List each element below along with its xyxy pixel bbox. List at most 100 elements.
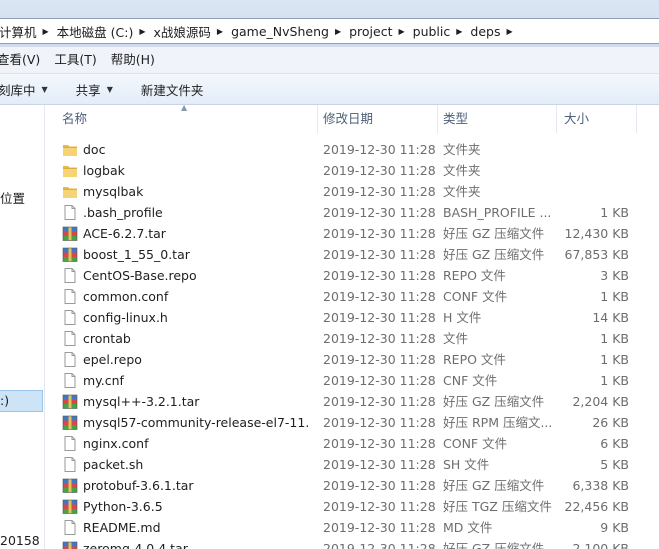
file-size: 1 KB (600, 289, 629, 304)
file-row[interactable]: .bash_profile 2019-12-30 11:28 BASH_PROFIL… (45, 202, 659, 223)
document-icon (62, 309, 78, 326)
breadcrumb[interactable]: 计算机 ▶ 本地磁盘 (C:) ▶ x战娘源码 ▶ game_NvSheng ▶… (0, 18, 659, 44)
file-row[interactable]: epel.repo 2019-12-30 11:28 REPO 文件 1 KB (45, 349, 659, 370)
chevron-down-icon: ▼ (106, 84, 113, 94)
file-row[interactable]: boost_1_55_0.tar 2019-12-30 11:28 好压 GZ 压缩… (45, 244, 659, 265)
archive-icon (62, 498, 78, 515)
file-row[interactable]: README.md 2019-12-30 11:28 MD 文件 9 KB (45, 517, 659, 538)
archive-icon (62, 246, 78, 263)
file-row[interactable]: config-linux.h 2019-12-30 11:28 H 文件 14 KB (45, 307, 659, 328)
breadcrumb-item-source[interactable]: x战娘源码 ▶ (149, 19, 227, 43)
file-name: zeromq-4.0.4.tar (83, 541, 188, 549)
file-row[interactable]: crontab 2019-12-30 11:28 文件 1 KB (45, 328, 659, 349)
menu-help[interactable]: 帮助(H) (104, 47, 162, 73)
column-header-date[interactable]: 修改日期 (323, 105, 438, 133)
column-header-type[interactable]: 类型 (443, 105, 557, 133)
file-modified-date: 2019-12-30 11:28 (323, 520, 436, 535)
share-button[interactable]: 共享 ▼ (66, 76, 123, 102)
file-row[interactable]: common.conf 2019-12-30 11:28 CONF 文件 1 KB (45, 286, 659, 307)
file-size: 26 KB (592, 415, 629, 430)
file-row[interactable]: ACE-6.2.7.tar 2019-12-30 11:28 好压 GZ 压缩文件 1… (45, 223, 659, 244)
file-name: crontab (83, 331, 131, 346)
file-type: 文件 (443, 331, 469, 346)
file-type: 好压 GZ 压缩文件 (443, 247, 545, 262)
file-name: nginx.conf (83, 436, 149, 451)
menu-view[interactable]: 查看(V) (0, 47, 47, 73)
file-list[interactable]: ▲ 名称 修改日期 类型 大小 doc 2019-12-30 11:28 文件夹 lo… (45, 105, 659, 549)
chevron-right-icon[interactable]: ▶ (43, 27, 49, 36)
file-modified-date: 2019-12-30 11:28 (323, 310, 436, 325)
file-modified-date: 2019-12-30 11:28 (323, 205, 436, 220)
document-icon (62, 435, 78, 452)
file-size: 5 KB (600, 457, 629, 472)
archive-icon (62, 393, 78, 410)
file-size: 12,430 KB (564, 226, 629, 241)
folder-icon (62, 162, 78, 179)
chevron-right-icon[interactable]: ▶ (139, 27, 145, 36)
breadcrumb-item-deps[interactable]: deps ▶ (465, 19, 515, 43)
chevron-right-icon[interactable]: ▶ (456, 27, 462, 36)
address-bar: 计算机 ▶ 本地磁盘 (C:) ▶ x战娘源码 ▶ game_NvSheng ▶… (0, 0, 659, 47)
file-name: common.conf (83, 289, 169, 304)
include-in-library-button[interactable]: 刻库中 ▼ (0, 76, 58, 102)
file-row[interactable]: doc 2019-12-30 11:28 文件夹 (45, 139, 659, 160)
file-name: ACE-6.2.7.tar (83, 226, 166, 241)
file-row[interactable]: zeromq-4.0.4.tar 2019-12-30 11:28 好压 GZ 压缩… (45, 538, 659, 549)
file-modified-date: 2019-12-30 11:28 (323, 499, 436, 514)
breadcrumb-label: x战娘源码 (153, 24, 211, 40)
file-modified-date: 2019-12-30 11:28 (323, 352, 436, 367)
file-name: my.cnf (83, 373, 124, 388)
archive-icon (62, 414, 78, 431)
file-type: 文件夹 (443, 163, 481, 178)
file-name: CentOS-Base.repo (83, 268, 197, 283)
nav-item-location[interactable]: 位置 (0, 188, 25, 207)
file-row[interactable]: mysql57-community-release-el7-11.n... 201… (45, 412, 659, 433)
file-row[interactable]: my.cnf 2019-12-30 11:28 CNF 文件 1 KB (45, 370, 659, 391)
file-type: REPO 文件 (443, 268, 506, 283)
breadcrumb-item-computer[interactable]: 计算机 ▶ (0, 19, 52, 43)
navigation-pane[interactable]: 位置 :) (0, 105, 45, 549)
archive-icon (62, 477, 78, 494)
file-size (553, 139, 629, 160)
file-type: BASH_PROFILE ... (443, 205, 552, 220)
file-name: packet.sh (83, 457, 144, 472)
file-type: CNF 文件 (443, 373, 498, 388)
file-row[interactable]: CentOS-Base.repo 2019-12-30 11:28 REPO 文件 3… (45, 265, 659, 286)
column-header-label: 类型 (443, 111, 469, 126)
column-header-row: ▲ 名称 修改日期 类型 大小 (45, 105, 659, 133)
file-size (553, 181, 629, 202)
breadcrumb-item-game[interactable]: game_NvSheng ▶ (226, 19, 344, 43)
chevron-right-icon[interactable]: ▶ (507, 27, 513, 36)
nav-item-selected[interactable]: :) (0, 390, 43, 412)
column-header-size[interactable]: 大小 (564, 105, 637, 133)
file-size: 3 KB (600, 268, 629, 283)
breadcrumb-item-public[interactable]: public ▶ (408, 19, 466, 43)
breadcrumb-item-project[interactable]: project ▶ (344, 19, 408, 43)
file-name: epel.repo (83, 352, 142, 367)
file-modified-date: 2019-12-30 11:28 (323, 541, 436, 549)
file-row[interactable]: Python-3.6.5 2019-12-30 11:28 好压 TGZ 压缩文件 2… (45, 496, 659, 517)
document-icon (62, 372, 78, 389)
file-type: MD 文件 (443, 520, 493, 535)
file-row[interactable]: nginx.conf 2019-12-30 11:28 CONF 文件 6 KB (45, 433, 659, 454)
file-row[interactable]: mysql++-3.2.1.tar 2019-12-30 11:28 好压 GZ 压… (45, 391, 659, 412)
file-row[interactable]: protobuf-3.6.1.tar 2019-12-30 11:28 好压 GZ … (45, 475, 659, 496)
chevron-right-icon[interactable]: ▶ (398, 27, 404, 36)
breadcrumb-label: 本地磁盘 (C:) (56, 24, 134, 40)
file-row[interactable]: logbak 2019-12-30 11:28 文件夹 (45, 160, 659, 181)
file-modified-date: 2019-12-30 11:28 (323, 268, 436, 283)
file-row[interactable]: packet.sh 2019-12-30 11:28 SH 文件 5 KB (45, 454, 659, 475)
breadcrumb-item-local-disk[interactable]: 本地磁盘 (C:) ▶ (52, 19, 149, 43)
chevron-right-icon[interactable]: ▶ (217, 27, 223, 36)
column-header-name[interactable]: 名称 (62, 105, 318, 133)
file-modified-date: 2019-12-30 11:28 (323, 142, 436, 157)
file-row[interactable]: mysqlbak 2019-12-30 11:28 文件夹 (45, 181, 659, 202)
archive-icon (62, 225, 78, 242)
chevron-down-icon: ▼ (41, 84, 48, 94)
chevron-right-icon[interactable]: ▶ (335, 27, 341, 36)
menu-tools[interactable]: 工具(T) (47, 47, 103, 73)
file-modified-date: 2019-12-30 11:28 (323, 478, 436, 493)
file-type: CONF 文件 (443, 436, 508, 451)
file-type: 好压 GZ 压缩文件 (443, 394, 545, 409)
new-folder-button[interactable]: 新建文件夹 (131, 76, 214, 102)
